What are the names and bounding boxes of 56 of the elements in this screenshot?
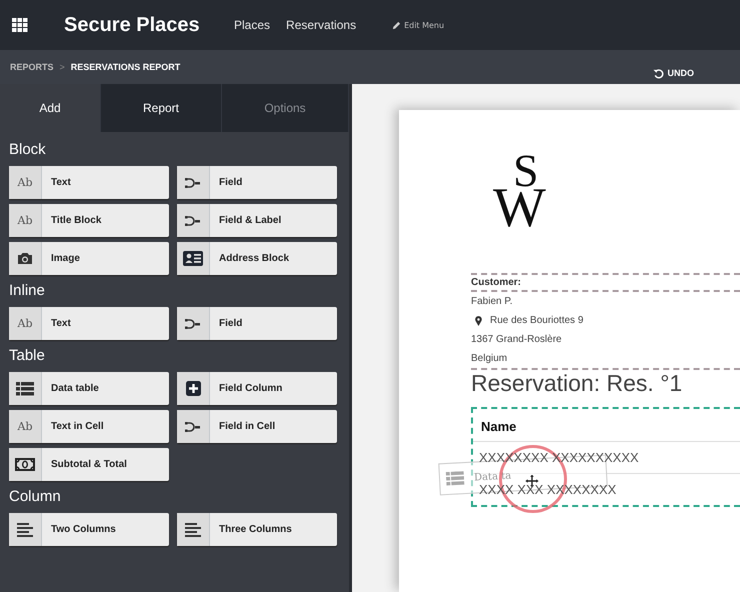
report-title: Reservation: Res. °1	[471, 370, 684, 398]
logo: S W	[492, 150, 547, 241]
add-element-button[interactable]: Address Block	[177, 242, 337, 275]
text-style-icon: Ab	[18, 420, 32, 433]
add-element-button[interactable]: Ab Text	[9, 307, 169, 340]
nav-link[interactable]: Places	[234, 18, 270, 32]
text-style-icon: Ab	[18, 176, 32, 189]
add-element-button[interactable]: Ab Title Block	[9, 204, 169, 237]
customer-label: Customer:	[471, 273, 740, 292]
camera-icon	[17, 252, 33, 265]
list-icon	[446, 471, 464, 486]
pencil-icon	[392, 20, 402, 30]
plus-square-icon	[186, 381, 200, 396]
connector-icon	[185, 420, 201, 432]
add-element-button[interactable]: Field	[177, 307, 337, 340]
add-element-button[interactable]: Ab Text in Cell	[9, 410, 169, 443]
add-element-button[interactable]: Field & Label	[177, 204, 337, 237]
address-line: Rue des Bouriottes 9	[490, 315, 584, 326]
breadcrumb-link[interactable]: REPORTS	[10, 62, 54, 72]
text-style-icon: Ab	[18, 317, 32, 330]
drag-preview-label: Data ta	[474, 470, 512, 484]
column-header: Name	[473, 415, 740, 442]
list-icon	[16, 382, 34, 396]
connector-icon	[185, 176, 201, 188]
breadcrumb-separator: >	[60, 62, 65, 72]
add-element-button[interactable]: Ab Text	[9, 166, 169, 199]
breadcrumb-current: RESERVATIONS REPORT	[70, 62, 180, 72]
undo-button[interactable]: UNDO	[650, 66, 696, 80]
panel-tab[interactable]: Add	[0, 84, 101, 132]
section-heading: Column	[9, 487, 62, 507]
add-element-button[interactable]: Field Column	[177, 372, 337, 405]
address-line: Fabien P.	[471, 296, 513, 307]
section-heading: Block	[9, 140, 47, 160]
add-element-button[interactable]: Image	[9, 242, 169, 275]
connector-icon	[185, 214, 201, 226]
add-element-button[interactable]: Field	[177, 166, 337, 199]
address-line: Belgium	[471, 353, 508, 364]
add-element-button[interactable]: Field in Cell	[177, 410, 337, 443]
section-heading: Inline	[9, 281, 46, 301]
address-line: 1367 Grand-Roslère	[471, 334, 562, 345]
app-title: Secure Places	[64, 14, 201, 36]
text-style-icon: Ab	[18, 214, 32, 227]
add-element-button[interactable]: Three Columns	[177, 513, 337, 546]
apps-grid-icon[interactable]	[12, 18, 28, 32]
add-element-button[interactable]: Two Columns	[9, 513, 169, 546]
align-left-icon	[17, 522, 33, 536]
connector-icon	[185, 318, 201, 330]
contact-card-icon	[183, 251, 203, 266]
align-left-icon	[185, 522, 201, 536]
undo-icon	[652, 68, 664, 78]
banknote-icon	[15, 458, 35, 471]
edit-menu-link[interactable]: Edit Menu	[392, 20, 444, 30]
add-element-button[interactable]: Data table	[9, 372, 169, 405]
add-element-button[interactable]: Subtotal & Total	[9, 448, 169, 481]
section-heading: Table	[9, 346, 46, 366]
nav-link[interactable]: Reservations	[286, 18, 356, 32]
